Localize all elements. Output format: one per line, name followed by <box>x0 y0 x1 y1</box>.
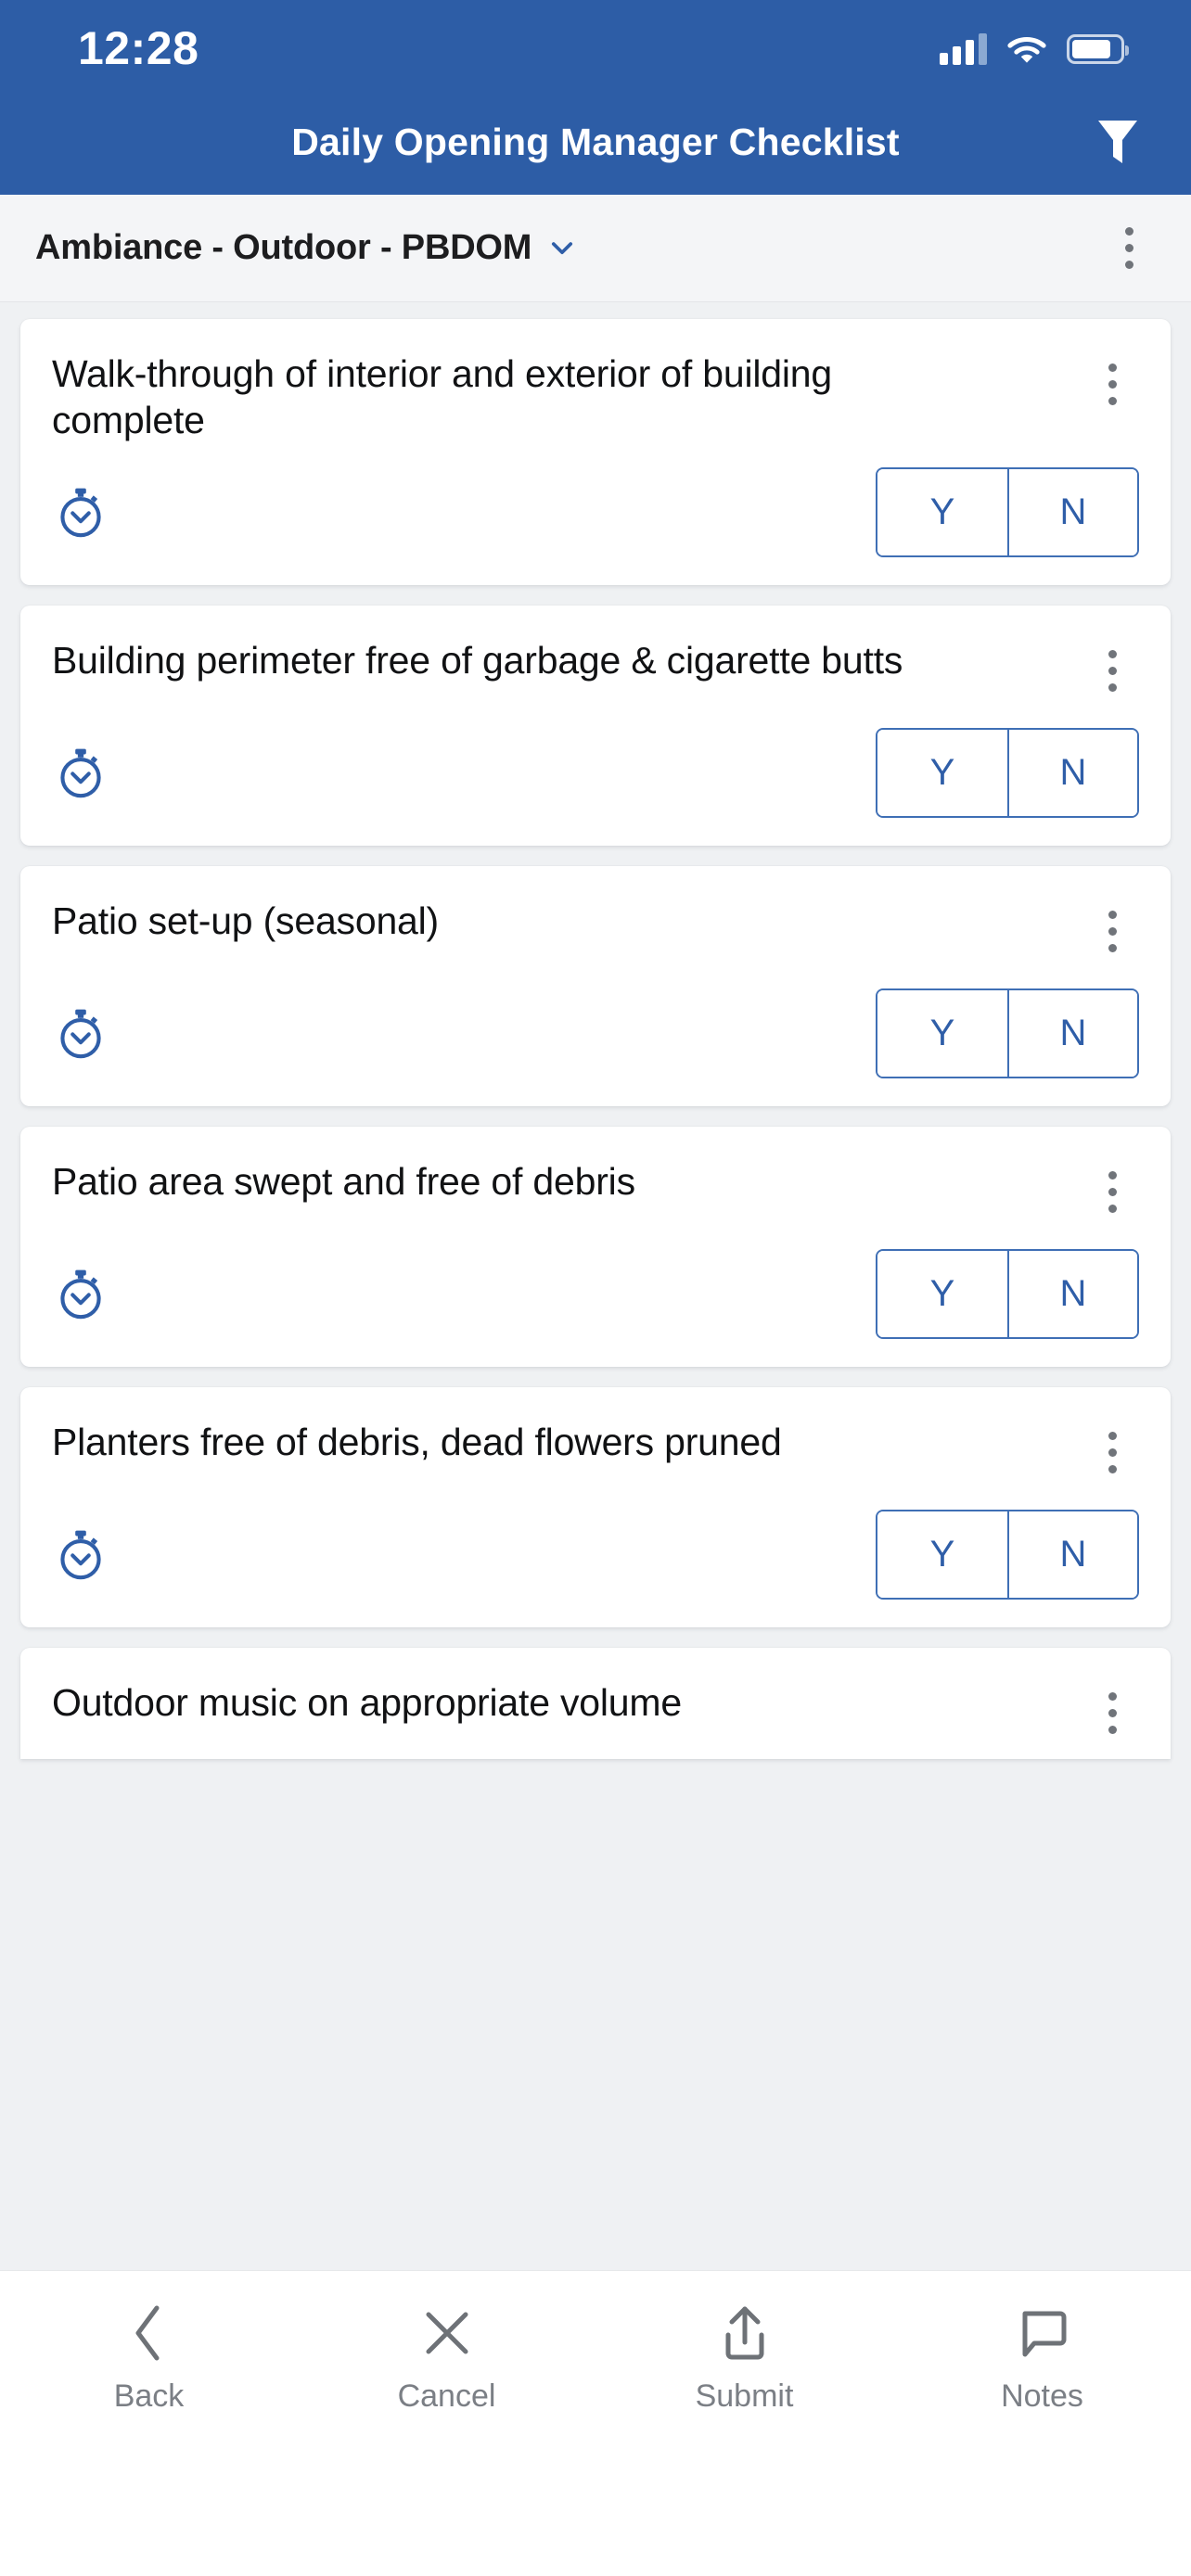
card-footer: Y N <box>52 467 1139 558</box>
stopwatch-icon[interactable] <box>54 1007 108 1061</box>
item-menu-button[interactable] <box>1085 1679 1139 1746</box>
stopwatch-icon[interactable] <box>54 1528 108 1582</box>
answer-no-button[interactable]: N <box>1007 730 1137 817</box>
section-dropdown[interactable]: Ambiance - Outdoor - PBDOM <box>35 228 1102 268</box>
upload-share-icon <box>714 2302 775 2364</box>
nav-notes-button[interactable]: Notes <box>893 2302 1191 2415</box>
item-menu-button[interactable] <box>1085 898 1139 964</box>
card-header: Patio area swept and free of debris <box>52 1158 1139 1225</box>
yes-no-toggle: Y N <box>876 1510 1139 1600</box>
chevron-down-icon <box>552 241 573 254</box>
nav-back-label: Back <box>113 2378 185 2414</box>
item-menu-button[interactable] <box>1085 351 1139 417</box>
wifi-icon <box>1007 37 1046 63</box>
checklist-item-card: Patio area swept and free of debris Y N <box>20 1127 1171 1368</box>
nav-submit-button[interactable]: Submit <box>596 2302 893 2415</box>
cellular-signal-icon <box>940 33 987 65</box>
answer-yes-button[interactable]: Y <box>877 1251 1007 1338</box>
stopwatch-icon[interactable] <box>54 1268 108 1321</box>
item-menu-button[interactable] <box>1085 637 1139 704</box>
status-icon-group <box>940 24 1129 65</box>
app-root: 12:28 Daily Opening Manager Checklist Am… <box>0 0 1191 2576</box>
checklist-item-label: Walk-through of interior and exterior of… <box>52 352 833 442</box>
checklist-scroll-area[interactable]: Walk-through of interior and exterior of… <box>0 302 1191 2576</box>
answer-yes-button[interactable]: Y <box>877 1511 1007 1599</box>
nav-back-button[interactable]: Back <box>0 2302 298 2415</box>
answer-no-button[interactable]: N <box>1007 1251 1137 1338</box>
page-title: Daily Opening Manager Checklist <box>291 120 900 163</box>
status-time: 12:28 <box>78 22 199 74</box>
card-header: Planters free of debris, dead flowers pr… <box>52 1419 1139 1486</box>
card-footer: Y N <box>52 728 1139 819</box>
answer-yes-button[interactable]: Y <box>877 730 1007 817</box>
checklist-item-label: Patio area swept and free of debris <box>52 1160 635 1204</box>
speech-bubble-icon <box>1012 2302 1073 2364</box>
checklist-item-label: Building perimeter free of garbage & cig… <box>52 639 903 682</box>
close-x-icon <box>416 2302 478 2364</box>
checklist-item-card: Walk-through of interior and exterior of… <box>20 319 1171 586</box>
item-menu-button[interactable] <box>1085 1158 1139 1225</box>
section-header: Ambiance - Outdoor - PBDOM <box>0 195 1191 302</box>
yes-no-toggle: Y N <box>876 728 1139 819</box>
yes-no-toggle: Y N <box>876 467 1139 558</box>
card-header: Patio set-up (seasonal) <box>52 898 1139 964</box>
checklist-item-card: Planters free of debris, dead flowers pr… <box>20 1387 1171 1628</box>
card-header: Building perimeter free of garbage & cig… <box>52 637 1139 704</box>
answer-no-button[interactable]: N <box>1007 1511 1137 1599</box>
app-bar: Daily Opening Manager Checklist <box>0 89 1191 195</box>
answer-yes-button[interactable]: Y <box>877 990 1007 1078</box>
nav-cancel-label: Cancel <box>397 2378 496 2414</box>
filter-button[interactable] <box>1085 109 1150 174</box>
status-bar: 12:28 <box>0 0 1191 89</box>
nav-notes-label: Notes <box>1001 2378 1083 2414</box>
answer-no-button[interactable]: N <box>1007 469 1137 556</box>
card-footer: Y N <box>52 1249 1139 1340</box>
filter-funnel-icon <box>1098 121 1137 163</box>
bottom-navigation-bar: Back Cancel Submit Notes <box>0 2270 1191 2576</box>
section-title: Ambiance - Outdoor - PBDOM <box>35 228 532 267</box>
nav-submit-label: Submit <box>695 2378 794 2414</box>
card-header: Outdoor music on appropriate volume <box>52 1679 1139 1746</box>
nav-cancel-button[interactable]: Cancel <box>298 2302 596 2415</box>
battery-icon <box>1067 34 1129 64</box>
checklist-item-card: Outdoor music on appropriate volume <box>20 1648 1171 1760</box>
answer-no-button[interactable]: N <box>1007 990 1137 1078</box>
card-header: Walk-through of interior and exterior of… <box>52 351 1139 443</box>
answer-yes-button[interactable]: Y <box>877 469 1007 556</box>
yes-no-toggle: Y N <box>876 1249 1139 1340</box>
stopwatch-icon[interactable] <box>54 746 108 800</box>
checklist-item-card: Building perimeter free of garbage & cig… <box>20 606 1171 847</box>
yes-no-toggle: Y N <box>876 988 1139 1079</box>
chevron-left-icon <box>119 2302 180 2364</box>
checklist-item-label: Patio set-up (seasonal) <box>52 899 440 943</box>
stopwatch-icon[interactable] <box>54 486 108 540</box>
checklist-item-label: Planters free of debris, dead flowers pr… <box>52 1421 782 1464</box>
checklist-item-label: Outdoor music on appropriate volume <box>52 1681 682 1725</box>
card-footer: Y N <box>52 1510 1139 1600</box>
item-menu-button[interactable] <box>1085 1419 1139 1486</box>
section-menu-button[interactable] <box>1102 215 1156 282</box>
checklist-item-card: Patio set-up (seasonal) Y N <box>20 866 1171 1107</box>
card-footer: Y N <box>52 988 1139 1079</box>
